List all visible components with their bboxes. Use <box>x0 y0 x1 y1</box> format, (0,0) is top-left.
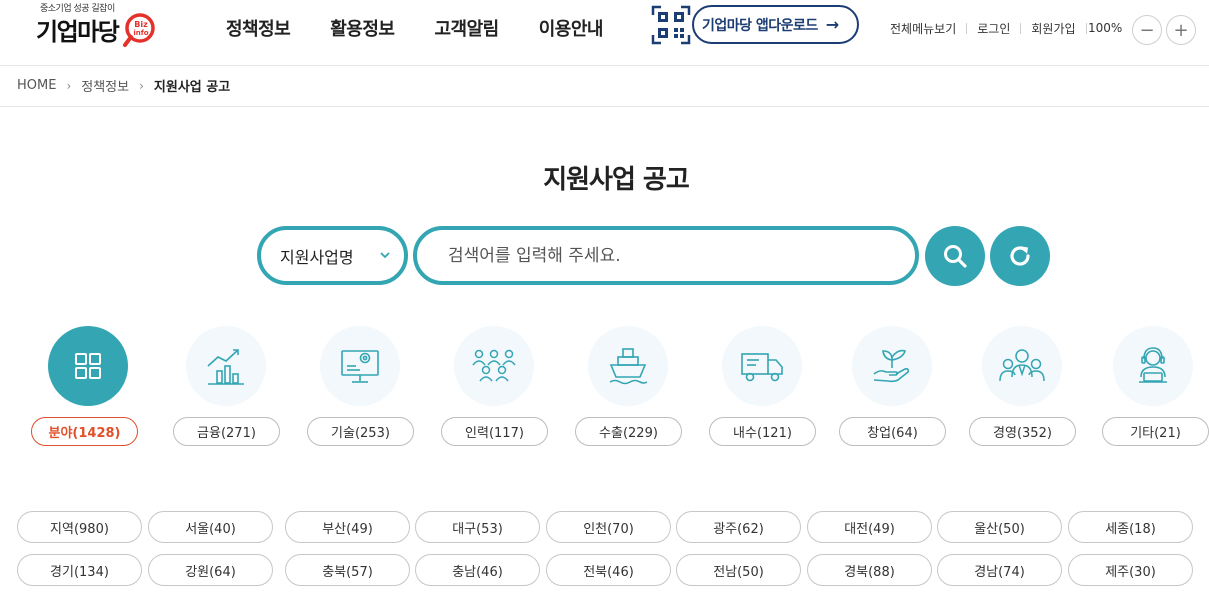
region-jeonbuk[interactable]: 전북(46) <box>546 554 671 586</box>
breadcrumb-home[interactable]: HOME <box>17 78 56 93</box>
category-label-domestic[interactable]: 내수(121) <box>709 417 816 446</box>
category-label-manpower[interactable]: 인력(117) <box>441 417 548 446</box>
site-logo[interactable]: 중소기업 성공 길잡이 기업마당 Biz info <box>34 1 164 51</box>
logo-name: 기업마당 <box>36 18 120 46</box>
grid-icon <box>75 353 101 379</box>
search-icon <box>944 245 967 268</box>
category-label-technology[interactable]: 기술(253) <box>307 417 414 446</box>
logo-mark-line1: Biz <box>134 20 148 29</box>
chevron-right-icon: › <box>66 78 72 93</box>
region-all[interactable]: 지역(980) <box>17 511 142 543</box>
util-divider <box>966 23 968 34</box>
site-header: 중소기업 성공 길잡이 기업마당 Biz info 정책정보 활용정보 고객알림… <box>0 0 1209 66</box>
reset-button[interactable] <box>990 226 1050 286</box>
category-domestic[interactable] <box>722 326 802 406</box>
people-icon <box>472 349 516 382</box>
region-gyeonggi[interactable]: 경기(134) <box>17 554 142 586</box>
signup-link[interactable]: 회원가입 <box>1031 20 1075 37</box>
category-export[interactable] <box>588 326 668 406</box>
search-type-value: 지원사업명 <box>280 247 354 267</box>
category-field[interactable] <box>48 326 128 406</box>
category-label-startup[interactable]: 창업(64) <box>839 417 946 446</box>
chevron-down-icon <box>380 252 390 259</box>
region-ulsan[interactable]: 울산(50) <box>937 511 1062 543</box>
arrow-right-icon: → <box>825 15 839 34</box>
zoom-out-button[interactable]: − <box>1132 15 1162 45</box>
region-seoul[interactable]: 서울(40) <box>148 511 273 543</box>
zoom-level: 100% <box>1088 21 1123 35</box>
category-technology[interactable] <box>320 326 400 406</box>
region-jeonnam[interactable]: 전남(50) <box>676 554 801 586</box>
app-download-button[interactable]: 기업마당 앱다운로드 → <box>692 5 859 44</box>
search-type-select[interactable]: 지원사업명 <box>257 226 408 285</box>
login-link[interactable]: 로그인 <box>977 20 1010 37</box>
region-incheon[interactable]: 인천(70) <box>546 511 671 543</box>
region-gyeongbuk[interactable]: 경북(88) <box>807 554 932 586</box>
region-gwangju[interactable]: 광주(62) <box>676 511 801 543</box>
all-menu-link[interactable]: 전체메뉴보기 <box>890 20 956 37</box>
region-jeju[interactable]: 제주(30) <box>1068 554 1193 586</box>
category-label-etc[interactable]: 기타(21) <box>1102 417 1209 446</box>
chart-icon <box>207 349 244 385</box>
search-input[interactable] <box>413 226 919 285</box>
breadcrumb-current: 지원사업 공고 <box>153 80 231 95</box>
breadcrumb-policy[interactable]: 정책정보 <box>81 76 129 95</box>
operator-icon <box>1139 347 1167 383</box>
category-manpower[interactable] <box>454 326 534 406</box>
region-busan[interactable]: 부산(49) <box>285 511 410 543</box>
refresh-icon <box>1010 246 1030 266</box>
utility-menu: 전체메뉴보기 로그인 회원가입 <box>890 20 1097 37</box>
monitor-gear-icon <box>341 350 379 383</box>
region-daegu[interactable]: 대구(53) <box>415 511 540 543</box>
category-management[interactable] <box>982 326 1062 406</box>
region-daejeon[interactable]: 대전(49) <box>807 511 932 543</box>
nav-item-guide[interactable]: 이용안내 <box>539 15 604 41</box>
region-chungnam[interactable]: 충남(46) <box>415 554 540 586</box>
logo-mark-line2: info <box>133 29 148 37</box>
region-chungbuk[interactable]: 충북(57) <box>285 554 410 586</box>
sprout-hand-icon <box>873 349 909 383</box>
bizinfo-magnifier-icon: Biz info <box>123 13 155 47</box>
ship-icon <box>609 348 648 385</box>
util-divider <box>1085 23 1087 34</box>
zoom-in-button[interactable]: + <box>1166 15 1196 45</box>
breadcrumb-divider <box>0 106 1209 107</box>
region-gyeongnam[interactable]: 경남(74) <box>937 554 1062 586</box>
nav-item-policy[interactable]: 정책정보 <box>226 15 291 41</box>
nav-item-utilization[interactable]: 활용정보 <box>330 15 395 41</box>
team-icon <box>999 349 1045 382</box>
category-etc[interactable] <box>1113 326 1193 406</box>
region-sejong[interactable]: 세종(18) <box>1068 511 1193 543</box>
main-nav: 정책정보 활용정보 고객알림 이용안내 <box>226 15 643 41</box>
nav-item-notice[interactable]: 고객알림 <box>435 15 500 41</box>
category-label-management[interactable]: 경영(352) <box>969 417 1076 446</box>
app-download-label: 기업마당 앱다운로드 <box>702 17 818 34</box>
util-divider <box>1020 23 1022 34</box>
breadcrumb: HOME › 정책정보 › 지원사업 공고 <box>17 76 230 95</box>
region-gangwon[interactable]: 강원(64) <box>148 554 273 586</box>
category-label-field[interactable]: 분야(1428) <box>31 417 138 446</box>
category-label-finance[interactable]: 금융(271) <box>173 417 280 446</box>
chevron-right-icon: › <box>139 78 144 93</box>
page-title: 지원사업 공고 <box>543 165 690 195</box>
search-button[interactable] <box>925 226 985 286</box>
truck-icon <box>741 353 783 382</box>
category-label-export[interactable]: 수출(229) <box>575 417 682 446</box>
category-startup[interactable] <box>852 326 932 406</box>
category-finance[interactable] <box>186 326 266 406</box>
qr-code-icon[interactable] <box>651 5 691 45</box>
